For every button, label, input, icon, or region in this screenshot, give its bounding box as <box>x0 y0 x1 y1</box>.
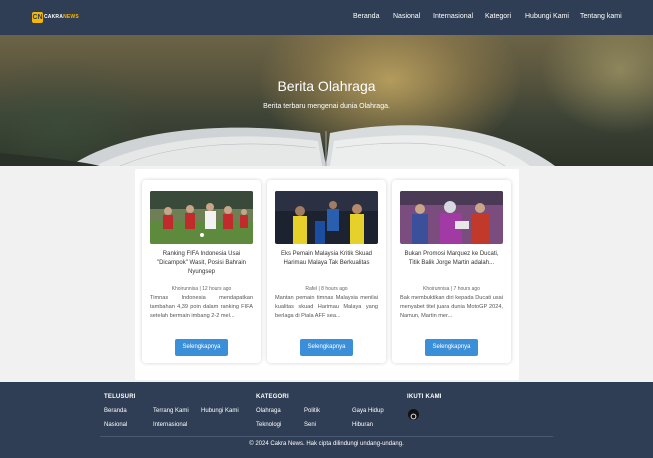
nav-kategori[interactable]: Kategori <box>485 13 511 20</box>
nav-nasional[interactable]: Nasional <box>393 13 420 20</box>
news-card: Bukan Promosi Marquez ke Ducati, Titik B… <box>392 180 511 363</box>
footer-link-seni[interactable]: Seni <box>304 422 316 428</box>
logo-wordmark: CAKRANEWS <box>44 14 79 21</box>
open-book-image <box>0 125 555 166</box>
news-card: Eks Pemain Malaysia Kritik Skuad Harimau… <box>267 180 386 363</box>
nav-hubungi-kami[interactable]: Hubungi Kami <box>525 13 569 20</box>
logo-word-a: CAKRA <box>44 14 64 20</box>
news-title[interactable]: Ranking FIFA Indonesia Usai "Dicampok" W… <box>150 250 253 277</box>
nav-tentang-kami[interactable]: Tentang kami <box>580 13 622 20</box>
footer-link-nasional[interactable]: Nasional <box>104 422 127 428</box>
navbar: CN CAKRANEWS Beranda Nasional Internasio… <box>0 0 653 35</box>
news-meta: Rafel | 8 hours ago <box>305 286 348 292</box>
nav-internasional[interactable]: Internasional <box>433 13 473 20</box>
news-title[interactable]: Bukan Promosi Marquez ke Ducati, Titik B… <box>400 250 503 268</box>
news-thumbnail-football[interactable] <box>150 191 253 244</box>
footer-divider <box>100 436 553 437</box>
footer-link-hubungi-kami[interactable]: Hubungi Kami <box>201 408 239 414</box>
brand-logo[interactable]: CN CAKRANEWS <box>32 12 79 23</box>
hero-title: Berita Olahraga <box>277 78 376 94</box>
news-excerpt: Timnas Indonesia mendapatkan tambahan 4,… <box>150 295 253 319</box>
footer-link-olahraga[interactable]: Olahraga <box>256 408 281 414</box>
news-meta: Khoirunnisa | 7 hours ago <box>423 286 480 292</box>
hero-subtitle: Berita terbaru mengenai dunia Olahraga. <box>263 103 390 110</box>
footer-heading-ikuti-kami: IKUTI KAMI <box>407 394 442 400</box>
nav-beranda[interactable]: Beranda <box>353 13 379 20</box>
read-more-button[interactable]: Selengkapnya <box>300 339 353 356</box>
footer-link-teknologi[interactable]: Teknologi <box>256 422 281 428</box>
news-thumbnail-football[interactable] <box>275 191 378 244</box>
footer-link-internasional[interactable]: Internasional <box>153 422 187 428</box>
footer-link-tentang-kami[interactable]: Terrang Kami <box>153 408 189 414</box>
news-excerpt: Mantan pemain timnas Malaysia menilai ku… <box>275 295 378 319</box>
footer-link-gaya-hidup[interactable]: Gaya Hidup <box>352 408 384 414</box>
read-more-button[interactable]: Selengkapnya <box>425 339 478 356</box>
footer-link-hiburan[interactable]: Hiburan <box>352 422 373 428</box>
footer-heading-telusuri: TELUSURI <box>104 394 136 400</box>
logo-word-b: NEWS <box>63 14 79 20</box>
read-more-button[interactable]: Selengkapnya <box>175 339 228 356</box>
news-card: Ranking FIFA Indonesia Usai "Dicampok" W… <box>142 180 261 363</box>
footer-copyright: © 2024 Cakra News. Hak cipta dilindungi … <box>249 441 404 447</box>
footer-link-politik[interactable]: Politik <box>304 408 320 414</box>
logo-mark: CN <box>32 12 43 23</box>
hero-banner: Berita Olahraga Berita terbaru mengenai … <box>0 35 653 166</box>
social-circle-icon[interactable] <box>408 409 419 420</box>
news-excerpt: Bak membuktikan diri kepada Ducati usai … <box>400 295 503 319</box>
news-title[interactable]: Eks Pemain Malaysia Kritik Skuad Harimau… <box>275 250 378 268</box>
news-thumbnail-motogp[interactable] <box>400 191 503 244</box>
news-meta: Khoirunnisa | 12 hours ago <box>171 286 232 292</box>
footer-heading-kategori: KATEGORI <box>256 394 289 400</box>
footer-link-beranda[interactable]: Beranda <box>104 408 127 414</box>
